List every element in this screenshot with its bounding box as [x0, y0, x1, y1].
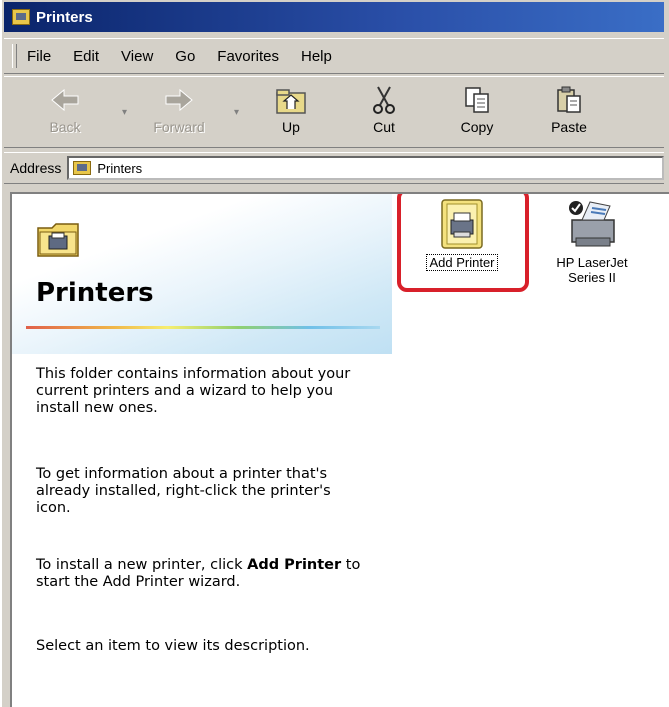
menu-grip: [12, 44, 17, 68]
pane-description-2: To get information about a printer that'…: [36, 466, 331, 516]
printers-folder-icon: [37, 223, 79, 257]
menu-help[interactable]: Help: [301, 48, 332, 65]
menu-edit[interactable]: Edit: [73, 48, 99, 65]
menu-favorites[interactable]: Favorites: [217, 48, 279, 65]
paste-label: Paste: [551, 119, 587, 135]
menu-go[interactable]: Go: [175, 48, 195, 65]
up-folder-icon: [276, 89, 306, 114]
forward-label: Forward: [153, 119, 205, 135]
hp-laserjet-item[interactable]: HP LaserJet Series II: [536, 198, 648, 285]
pane-description-3-a: To install a new printer, click: [36, 557, 248, 573]
add-printer-icon: [441, 199, 483, 249]
printers-folder-icon: [73, 161, 92, 175]
back-button[interactable]: Back: [30, 83, 100, 143]
add-printer-label: Add Printer: [426, 254, 498, 271]
address-label: Address: [10, 160, 62, 176]
copy-label: Copy: [460, 119, 494, 135]
pane-description-4: Select an item to view its description.: [36, 638, 310, 654]
up-label: Up: [282, 119, 300, 135]
menu-view[interactable]: View: [121, 48, 153, 65]
hp-laserjet-label-line1: HP LaserJet: [556, 255, 628, 270]
pane-title: Printers: [36, 278, 154, 308]
paste-clipboard-icon: [557, 86, 581, 113]
cut-label: Cut: [373, 119, 395, 135]
address-field[interactable]: Printers: [67, 156, 664, 180]
paste-button[interactable]: Paste: [534, 83, 604, 143]
address-value: Printers: [97, 160, 143, 176]
menu-file[interactable]: File: [27, 48, 51, 65]
printers-folder-icon: [12, 9, 30, 25]
address-bar: Address Printers: [4, 152, 664, 184]
back-label: Back: [49, 119, 81, 135]
standard-toolbar: Back ▾ Forward ▾ Up Cut Copy Paste: [4, 76, 664, 148]
scissors-icon: [373, 86, 395, 114]
add-printer-link-text: Add Printer: [247, 557, 342, 573]
copy-icon: [465, 87, 489, 113]
title-bar[interactable]: Printers: [4, 2, 664, 32]
printers-window: Printers File Edit View Go Favorites Hel…: [0, 0, 669, 707]
forward-dropdown-icon[interactable]: ▾: [234, 107, 239, 118]
menu-bar: File Edit View Go Favorites Help: [4, 38, 664, 74]
folder-content-area: Printers This folder contains informatio…: [10, 192, 669, 707]
forward-button[interactable]: Forward: [144, 83, 214, 143]
back-dropdown-icon[interactable]: ▾: [122, 107, 127, 118]
back-arrow-icon: [51, 88, 79, 112]
pane-description-1: This folder contains information about y…: [36, 366, 351, 416]
window-title: Printers: [36, 8, 93, 26]
pane-description-3: To install a new printer, click Add Prin…: [36, 557, 366, 591]
title-underline: [26, 326, 380, 329]
hp-laserjet-label-line2: Series II: [568, 270, 616, 285]
add-printer-item[interactable]: Add Printer: [408, 198, 516, 271]
web-view-pane: Printers This folder contains informatio…: [12, 194, 392, 707]
up-button[interactable]: Up: [256, 83, 326, 143]
copy-button[interactable]: Copy: [442, 83, 512, 143]
forward-arrow-icon: [165, 88, 193, 112]
cut-button[interactable]: Cut: [349, 83, 419, 143]
printer-icon: [569, 201, 615, 247]
